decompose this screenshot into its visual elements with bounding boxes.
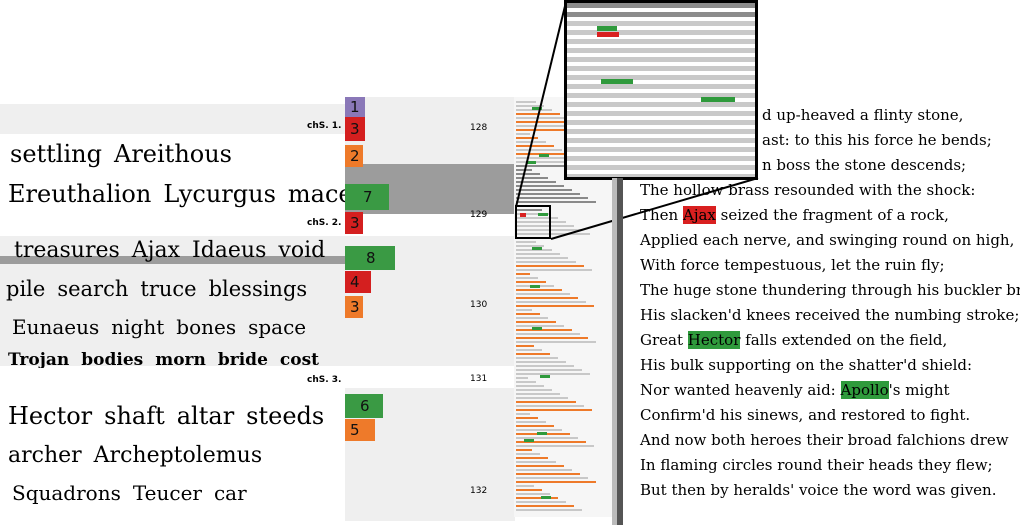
poem-line: The hollow brass resounded with the shoc… [640, 181, 975, 199]
poem-text: The huge stone thundering through his bu… [640, 281, 1020, 299]
poem-line: Nor wanted heavenly aid: Apollo's might [640, 381, 950, 399]
poem-text: And now both heroes their broad falchion… [640, 431, 1009, 449]
magnifier-line [567, 138, 755, 143]
poem-line: Great Hector falls extended on the field… [640, 331, 947, 349]
poem-line: Confirm'd his sinews, and restored to fi… [640, 406, 970, 424]
magnifier-line [567, 48, 755, 53]
poem-line: But then by heralds' voice the word was … [640, 481, 996, 499]
magnifier-line [567, 21, 755, 26]
poem-line: ast: to this his force he bends; [762, 131, 992, 149]
divider-shadow [612, 178, 617, 525]
highlighted-entity[interactable]: Apollo [840, 381, 889, 399]
magnifier-line [567, 165, 755, 170]
magnifier-line [567, 156, 755, 161]
poem-text: Applied each nerve, and swinging round o… [640, 231, 1015, 249]
poem-line: Applied each nerve, and swinging round o… [640, 231, 1014, 249]
poem-text: 's might [888, 381, 950, 399]
poem-line: In flaming circles round their heads the… [640, 456, 993, 474]
magnifier-line [567, 39, 755, 44]
magnifier-line [567, 129, 755, 134]
poem-line: n boss the stone descends; [762, 156, 966, 174]
poem-text: The hollow brass resounded with the shoc… [640, 181, 976, 199]
magnifier-line [567, 57, 755, 62]
magnifier-line [567, 30, 755, 35]
poem-text: His slacken'd knees received the numbing… [640, 306, 1020, 324]
poem-line: And now both heroes their broad falchion… [640, 431, 1009, 449]
poem-line: d up-heaved a flinty stone, [762, 106, 963, 124]
magnifier-mark [597, 26, 617, 31]
poem-text: Great [640, 331, 688, 349]
poem-text: Then [640, 206, 683, 224]
magnifier-lens [564, 0, 758, 180]
poem-text: With force tempestuous, let the ruin fly… [640, 256, 945, 274]
highlighted-entity[interactable]: Hector [687, 331, 741, 349]
poem-text: Nor wanted heavenly aid: [640, 381, 841, 399]
poem-text: Confirm'd his sinews, and restored to fi… [640, 406, 971, 424]
magnifier-line [567, 84, 755, 89]
poem-text: seized the fragment of a rock, [715, 206, 949, 224]
magnifier-line [567, 3, 755, 8]
poem-text: But then by heralds' voice the word was … [640, 481, 997, 499]
poem-line: Then Ajax seized the fragment of a rock, [640, 206, 949, 224]
magnifier-line [567, 102, 755, 107]
magnifier-mark [597, 32, 619, 37]
magnifier-mark [601, 79, 633, 84]
poem-line: The huge stone thundering through his bu… [640, 281, 1020, 299]
magnifier-line [567, 174, 755, 177]
magnifier-line [567, 12, 755, 17]
poem-text: ast: to this his force he bends; [762, 131, 992, 149]
poem-line: With force tempestuous, let the ruin fly… [640, 256, 945, 274]
poem-text: falls extended on the field, [740, 331, 948, 349]
poem-text: d up-heaved a flinty stone, [762, 106, 964, 124]
poem-text: n boss the stone descends; [762, 156, 967, 174]
poem-line: His slacken'd knees received the numbing… [640, 306, 1019, 324]
highlighted-entity[interactable]: Ajax [682, 206, 716, 224]
poem-text: In flaming circles round their heads the… [640, 456, 993, 474]
poem-line: His bulk supporting on the shatter'd shi… [640, 356, 972, 374]
magnifier-line [567, 75, 755, 80]
magnifier-line [567, 111, 755, 116]
poem-text: His bulk supporting on the shatter'd shi… [640, 356, 973, 374]
magnifier-line [567, 120, 755, 125]
panel-divider[interactable] [617, 178, 623, 525]
magnifier-line [567, 66, 755, 71]
magnifier-line [567, 147, 755, 152]
magnifier-mark [701, 97, 735, 102]
